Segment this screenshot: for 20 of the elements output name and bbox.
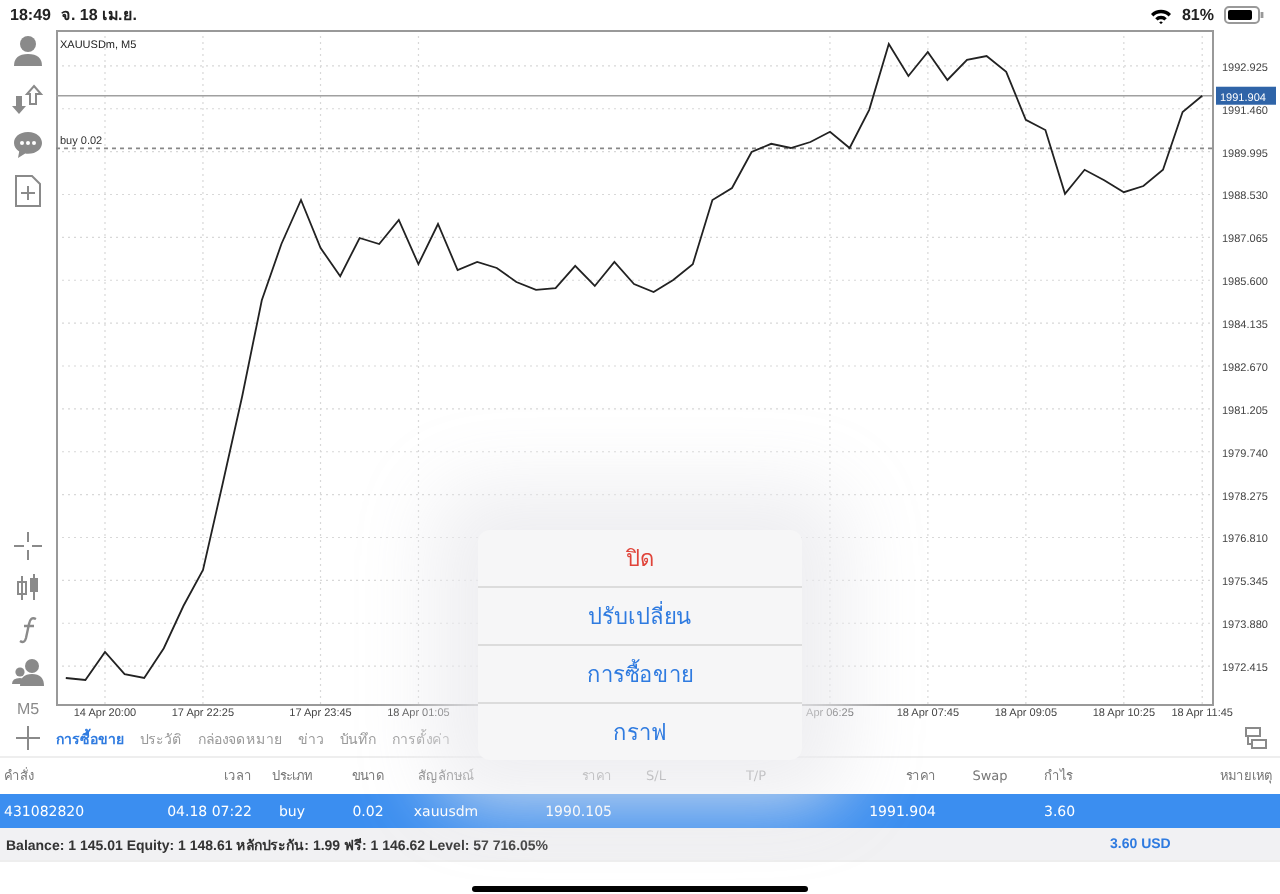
clock-time: 18:49 bbox=[10, 6, 51, 24]
menu-item[interactable]: กราฟ bbox=[478, 702, 802, 760]
menu-item[interactable]: ปิด bbox=[478, 530, 802, 586]
chat-icon[interactable] bbox=[12, 130, 44, 160]
date-text: จ. 18 เม.ย. bbox=[60, 4, 137, 28]
add-icon[interactable] bbox=[16, 726, 40, 750]
account-icon[interactable] bbox=[12, 34, 44, 70]
menu-item[interactable]: ปรับเปลี่ยน bbox=[478, 586, 802, 644]
battery-percent: 81% bbox=[1181, 6, 1214, 24]
wifi-icon bbox=[1149, 7, 1172, 23]
new-document-icon[interactable] bbox=[14, 174, 42, 208]
battery-icon bbox=[1224, 6, 1264, 24]
people-icon[interactable] bbox=[12, 658, 44, 686]
timeframe-button[interactable]: M5 bbox=[16, 700, 40, 718]
arrows-icon[interactable] bbox=[12, 84, 44, 116]
candlestick-icon[interactable] bbox=[14, 574, 42, 602]
menu-item[interactable]: การซื้อขาย bbox=[478, 644, 802, 702]
layout-icon[interactable] bbox=[1244, 726, 1268, 750]
function-icon[interactable] bbox=[18, 616, 38, 644]
crosshair-icon[interactable] bbox=[14, 532, 42, 560]
